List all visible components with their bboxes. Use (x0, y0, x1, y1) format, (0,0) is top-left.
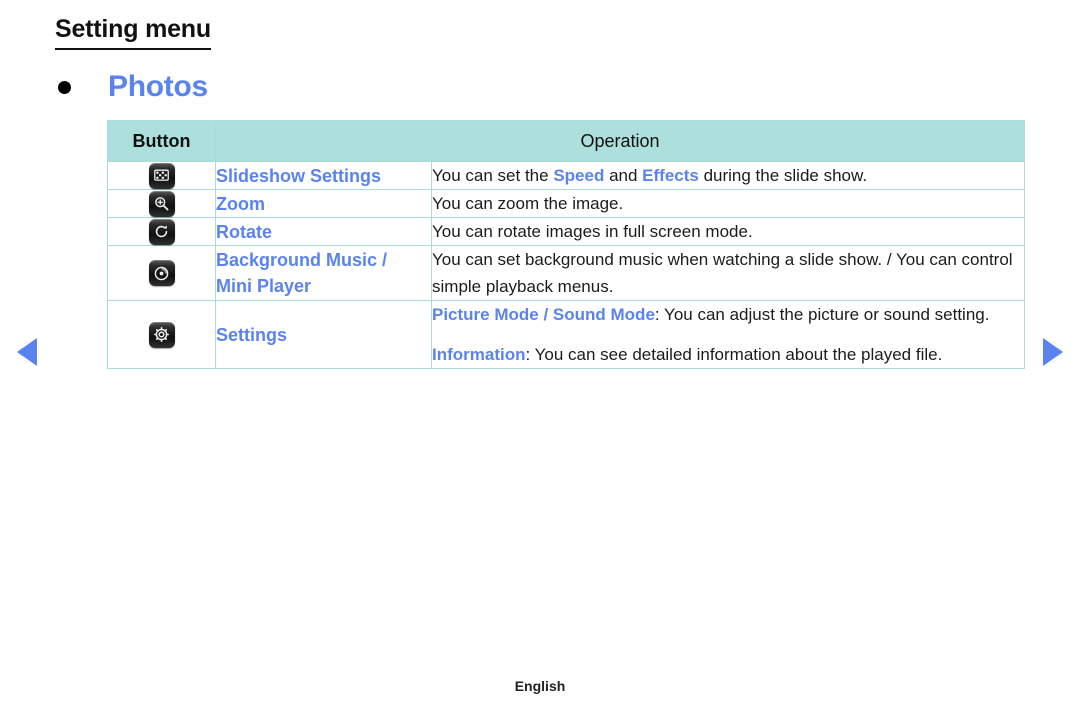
column-header-button: Button (107, 120, 216, 162)
operation-paragraph: You can set background music when watchi… (432, 246, 1024, 300)
highlighted-term: Speed (553, 166, 605, 185)
button-icon-cell (107, 161, 216, 190)
operation-description-cell: You can rotate images in full screen mod… (431, 217, 1025, 246)
table-header-row: Button Operation (107, 120, 1025, 162)
table-row: Settings Picture Mode / Sound Mode: You c… (107, 300, 1025, 369)
settings-gear-icon[interactable] (148, 321, 175, 348)
operation-paragraph: You can rotate images in full screen mod… (432, 218, 1024, 245)
page-title: Setting menu (55, 14, 211, 50)
description-text: during the slide show. (698, 166, 868, 185)
operation-paragraph: You can zoom the image. (432, 190, 1024, 217)
table-row: Zoom You can zoom the image. (107, 189, 1025, 218)
description-text: You can zoom the image. (432, 194, 624, 213)
rotate-icon[interactable] (148, 218, 175, 245)
column-header-operation: Operation (215, 120, 1025, 162)
description-text: You can set the (432, 166, 554, 185)
description-text: : You can adjust the picture or sound se… (654, 305, 990, 324)
button-icon-cell (107, 245, 216, 301)
operation-description-cell: You can set background music when watchi… (431, 245, 1025, 301)
triangle-right-icon[interactable] (1043, 338, 1063, 366)
highlighted-term: Information (432, 345, 526, 364)
section-heading: Photos (58, 70, 208, 104)
bullet-icon (58, 80, 71, 94)
description-text: : You can see detailed information about… (525, 345, 943, 364)
section-heading-label: Photos (108, 70, 208, 103)
description-text: You can set background music when watchi… (432, 250, 1013, 296)
function-name-cell: Zoom (215, 189, 432, 218)
function-name-cell: Rotate (215, 217, 432, 246)
operation-description-cell: Picture Mode / Sound Mode: You can adjus… (431, 300, 1025, 369)
function-name-cell: Slideshow Settings (215, 161, 432, 190)
operation-description-cell: You can zoom the image. (431, 189, 1025, 218)
table-row: Slideshow Settings You can set the Speed … (107, 161, 1025, 190)
button-icon-cell (107, 300, 216, 369)
button-icon-cell (107, 189, 216, 218)
operation-paragraph: Information: You can see detailed inform… (432, 341, 1024, 368)
operation-description-cell: You can set the Speed and Effects during… (431, 161, 1025, 190)
triangle-left-icon[interactable] (17, 338, 37, 366)
slideshow-settings-icon[interactable] (148, 162, 175, 189)
table-row: Background Music / Mini Player You can set… (107, 245, 1025, 301)
button-icon-cell (107, 217, 216, 246)
background-music-icon[interactable] (148, 260, 175, 286)
operation-paragraph: Picture Mode / Sound Mode: You can adjus… (432, 301, 1024, 328)
footer-language: English (514, 678, 566, 694)
operation-paragraph: You can set the Speed and Effects during… (432, 162, 1024, 189)
table-body: Slideshow Settings You can set the Speed … (107, 161, 1025, 369)
operation-table: Button Operation Slideshow Settings You c… (107, 120, 1025, 369)
table-row: Rotate You can rotate images in full scre… (107, 217, 1025, 246)
highlighted-term: Effects (642, 166, 699, 185)
highlighted-term: Picture Mode / Sound Mode (432, 305, 655, 324)
function-name-cell: Settings (215, 300, 432, 369)
function-name-cell: Background Music / Mini Player (215, 245, 432, 301)
description-text: and (604, 166, 643, 185)
description-text: You can rotate images in full screen mod… (432, 222, 753, 241)
zoom-icon[interactable] (148, 190, 175, 217)
